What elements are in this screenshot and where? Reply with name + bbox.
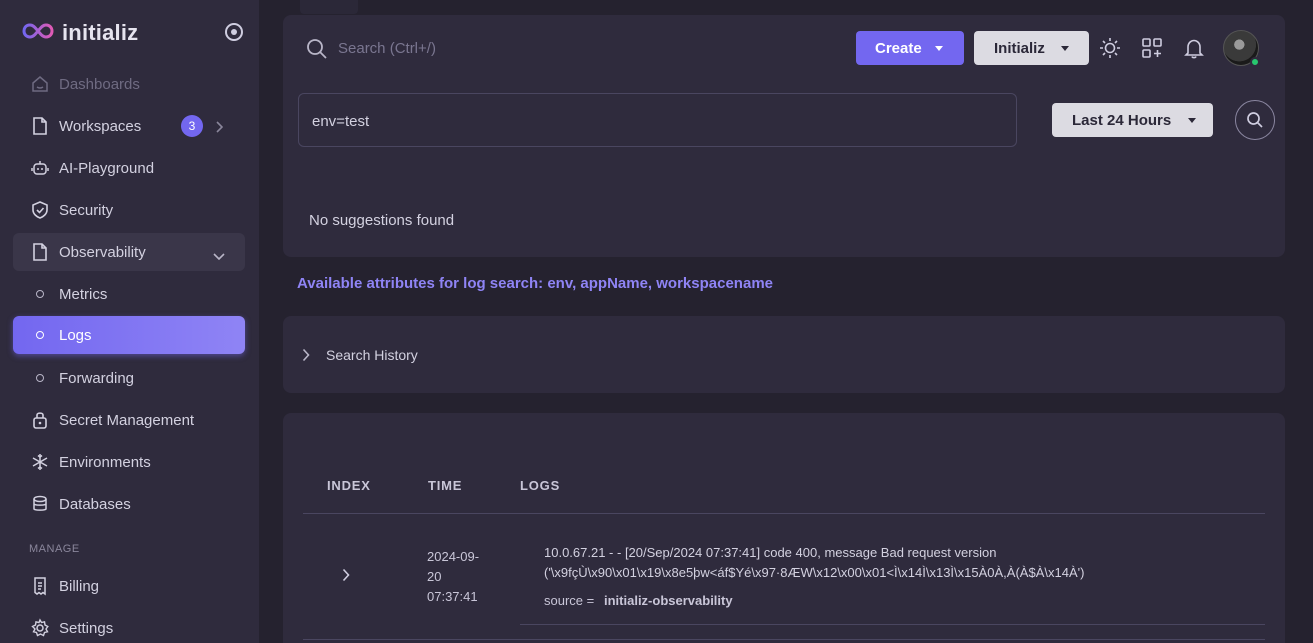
time-range-dropdown[interactable]: Last 24 Hours <box>1052 103 1213 137</box>
scroll-shadow <box>300 0 358 14</box>
sidebar-item-label: Observability <box>59 243 146 261</box>
sidebar-item-secret-management[interactable]: Secret Management <box>13 401 245 439</box>
main-content: Search (Ctrl+/) Create Initializ env=tes… <box>259 0 1313 643</box>
sidebar-item-databases[interactable]: Databases <box>13 485 245 523</box>
log-message-line: 10.0.67.21 - - [20/Sep/2024 07:37:41] co… <box>544 545 997 560</box>
file-icon <box>30 116 50 136</box>
infinity-logo-icon <box>22 21 54 46</box>
bell-icon[interactable] <box>1183 37 1205 59</box>
sidebar-item-label: Security <box>59 201 114 219</box>
section-label-manage: MANAGE <box>29 543 80 555</box>
expand-row-chevron-icon[interactable] <box>342 568 350 587</box>
sidebar-item-forwarding[interactable]: Forwarding <box>13 359 245 397</box>
sidebar-toggle-icon[interactable] <box>225 23 243 41</box>
database-icon <box>30 494 50 514</box>
sidebar-item-label: Secret Management <box>59 411 195 429</box>
log-time-cell: 2024-09- 20 07:37:41 <box>427 547 497 607</box>
sidebar-item-label: Logs <box>59 326 92 344</box>
sidebar-item-billing[interactable]: Billing <box>13 567 245 605</box>
time-range-label: Last 24 Hours <box>1072 111 1172 129</box>
source-value: initializ-observability <box>604 593 733 608</box>
global-search-input[interactable]: Search (Ctrl+/) <box>338 40 436 57</box>
apps-add-icon[interactable] <box>1141 37 1163 59</box>
sidebar-item-label: AI-Playground <box>59 159 155 177</box>
time-part: 07:37:41 <box>427 589 478 604</box>
sidebar-item-logs[interactable]: Logs <box>13 316 245 354</box>
time-part: 20 <box>427 569 442 584</box>
sidebar-item-security[interactable]: Security <box>13 191 245 229</box>
brand[interactable]: initializ <box>22 18 138 48</box>
sidebar-item-ai-playground[interactable]: AI-Playground <box>13 149 245 187</box>
shield-check-icon <box>30 200 50 220</box>
circle-icon <box>36 290 44 298</box>
create-button-label: Create <box>875 39 922 57</box>
sidebar-item-label: Settings <box>59 619 114 637</box>
no-suggestions-text: No suggestions found <box>309 212 455 229</box>
logs-table-card <box>283 413 1285 643</box>
online-status-dot <box>1250 57 1260 67</box>
search-history-card[interactable] <box>283 316 1285 393</box>
sidebar-item-dashboards[interactable]: Dashboards <box>13 65 245 103</box>
organization-dropdown[interactable]: Initializ <box>974 31 1089 65</box>
time-part: 2024-09- <box>427 549 480 564</box>
robot-icon <box>30 158 50 178</box>
brand-name: initializ <box>62 20 139 45</box>
create-button[interactable]: Create <box>856 31 964 65</box>
snowflake-icon <box>30 452 50 472</box>
sidebar-item-label: Metrics <box>59 285 108 303</box>
column-header-logs[interactable]: LOGS <box>520 478 560 493</box>
gear-icon <box>30 618 50 638</box>
log-message-line: ('\x9fçÙ\x90\x01\x19\x8e5þw<áf$Yé\x97·8Æ… <box>544 565 1085 580</box>
circle-icon <box>36 374 44 382</box>
chevron-right-icon[interactable] <box>302 348 310 367</box>
sidebar-item-label: Billing <box>59 577 100 595</box>
caret-down-icon <box>1188 118 1196 123</box>
log-query-input[interactable]: env=test <box>298 93 1017 147</box>
file-icon <box>30 242 50 262</box>
circle-icon <box>36 331 44 339</box>
caret-down-icon <box>1061 46 1069 51</box>
column-header-index[interactable]: INDEX <box>327 478 371 493</box>
sidebar-item-workspaces[interactable]: Workspaces 3 <box>13 107 245 145</box>
caret-down-icon <box>935 46 943 51</box>
log-query-value: env=test <box>312 113 370 130</box>
sidebar-item-label: Forwarding <box>59 369 135 387</box>
sidebar-item-observability[interactable]: Observability <box>13 233 245 271</box>
organization-label: Initializ <box>994 39 1045 57</box>
divider <box>520 624 1265 625</box>
chevron-down-icon <box>213 247 225 265</box>
available-attributes-text: Available attributes for log search: env… <box>297 275 773 292</box>
sidebar-item-settings[interactable]: Settings <box>13 609 245 643</box>
sidebar: initializ Dashboards Workspaces 3 AI-Pla… <box>0 0 259 643</box>
run-search-button[interactable] <box>1235 100 1275 140</box>
sidebar-item-label: Databases <box>59 495 131 513</box>
count-badge: 3 <box>181 115 203 137</box>
receipt-icon <box>30 576 50 596</box>
chevron-right-icon <box>215 120 224 138</box>
sidebar-item-metrics[interactable]: Metrics <box>13 275 245 313</box>
divider <box>303 513 1265 514</box>
sidebar-item-label: Dashboards <box>59 75 140 93</box>
lock-icon <box>30 410 50 430</box>
search-history-label[interactable]: Search History <box>326 347 418 363</box>
search-icon <box>1247 112 1263 128</box>
sidebar-item-label: Workspaces <box>59 117 142 135</box>
sun-icon[interactable] <box>1099 37 1121 59</box>
smart-home-icon <box>30 74 50 94</box>
search-icon[interactable] <box>306 38 328 65</box>
sidebar-item-environments[interactable]: Environments <box>13 443 245 481</box>
divider <box>303 639 1265 640</box>
sidebar-item-label: Environments <box>59 453 151 471</box>
source-label: source = <box>544 593 595 608</box>
column-header-time[interactable]: TIME <box>428 478 462 493</box>
